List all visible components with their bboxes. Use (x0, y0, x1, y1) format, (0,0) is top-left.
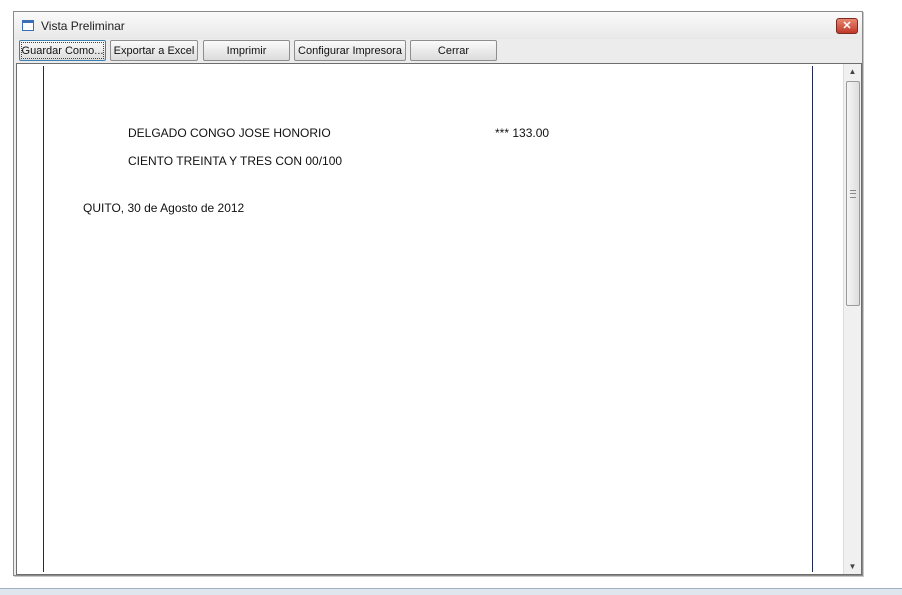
title-bar[interactable]: Vista Preliminar ✕ (14, 12, 862, 39)
window-title: Vista Preliminar (41, 19, 125, 33)
preview-window: Vista Preliminar ✕ Guardar Como... Expor… (13, 11, 863, 576)
grip-icon (850, 190, 856, 198)
amount-in-words: CIENTO TREINTA Y TRES CON 00/100 (128, 154, 343, 168)
close-icon[interactable]: ✕ (836, 18, 858, 34)
window-icon (22, 20, 34, 31)
document-page: DELGADO CONGO JOSE HONORIO *** 133.00 CI… (43, 66, 813, 572)
save-as-button[interactable]: Guardar Como... (19, 40, 106, 61)
scroll-up-icon[interactable]: ▲ (844, 64, 861, 79)
check-amount: *** 133.00 (495, 126, 550, 140)
scrollbar-thumb[interactable] (846, 81, 860, 306)
preview-area[interactable]: DELGADO CONGO JOSE HONORIO *** 133.00 CI… (16, 63, 862, 575)
print-button[interactable]: Imprimir (203, 40, 290, 61)
vertical-scrollbar[interactable]: ▲ ▼ (843, 64, 861, 574)
printer-setup-button[interactable]: Configurar Impresora (294, 40, 406, 61)
toolbar: Guardar Como... Exportar a Excel Imprimi… (18, 40, 862, 64)
place-and-date: QUITO, 30 de Agosto de 2012 (83, 201, 245, 215)
payee-name: DELGADO CONGO JOSE HONORIO (128, 126, 331, 140)
close-button[interactable]: Cerrar (410, 40, 497, 61)
scroll-down-icon[interactable]: ▼ (844, 559, 861, 574)
export-excel-button[interactable]: Exportar a Excel (110, 40, 198, 61)
